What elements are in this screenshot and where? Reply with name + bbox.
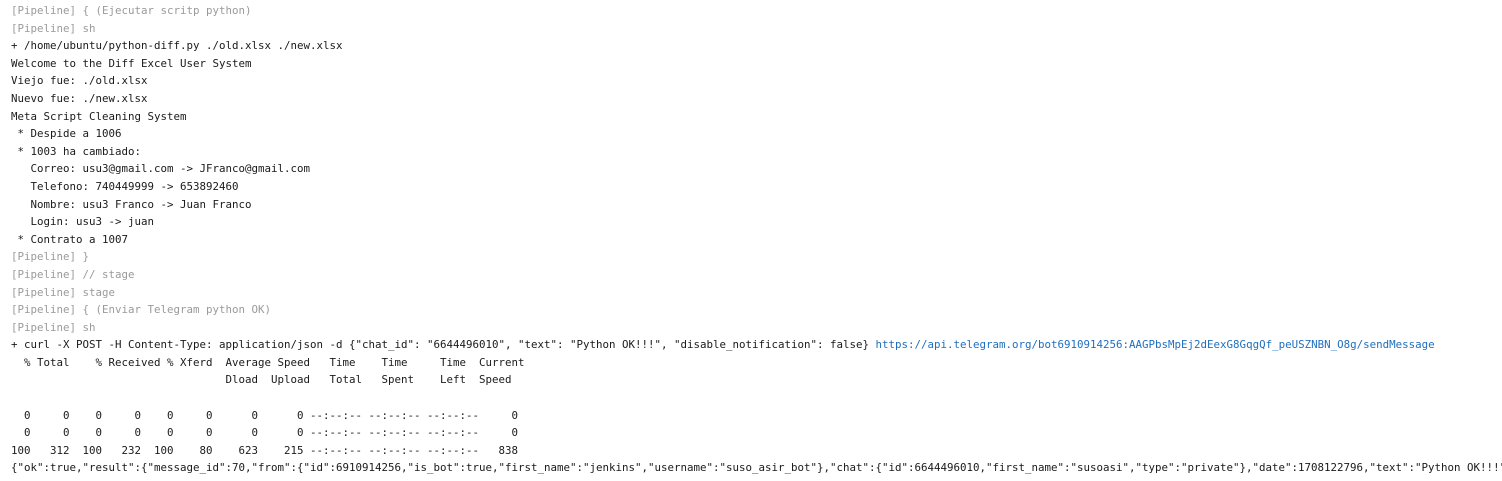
console-line: 100 312 100 232 100 80 623 215 --:--:-- …: [11, 442, 1502, 460]
console-line-text: Telefono: 740449999 -> 653892460: [11, 179, 239, 193]
console-line-text: [Pipeline] { (Ejecutar scritp python): [11, 4, 252, 17]
console-line: Correo: usu3@gmail.com -> JFranco@gmail.…: [11, 160, 1502, 178]
console-line: Viejo fue: ./old.xlsx: [11, 72, 1502, 90]
console-line: {"ok":true,"result":{"message_id":70,"fr…: [11, 459, 1502, 477]
console-line-text: + curl -X POST -H Content-Type: applicat…: [11, 338, 876, 352]
pipeline-step-line: [Pipeline] sh: [11, 20, 1502, 38]
console-line-text: % Total % Received % Xferd Average Speed…: [11, 355, 525, 369]
console-line-text: Dload Upload Total Spent Left Speed: [11, 373, 512, 387]
console-line-text: [Pipeline] // stage: [11, 267, 135, 281]
console-line: Nombre: usu3 Franco -> Juan Franco: [11, 196, 1502, 214]
console-line-text: {"ok":true,"result":{"message_id":70,"fr…: [11, 461, 1502, 475]
console-line: 0 0 0 0 0 0 0 0 --:--:-- --:--:-- --:--:…: [11, 407, 1502, 425]
console-line-text: * Despide a 1006: [11, 127, 122, 141]
pipeline-step-line: [Pipeline] { (Ejecutar scritp python): [11, 2, 1502, 20]
console-line: * Contrato a 1007: [11, 231, 1502, 249]
console-line: Meta Script Cleaning System: [11, 108, 1502, 126]
console-line-text: + /home/ubuntu/python-diff.py ./old.xlsx…: [11, 39, 343, 53]
console-line-text: [Pipeline] sh: [11, 320, 96, 334]
console-line: * 1003 ha cambiado:: [11, 143, 1502, 161]
console-line-text: 0 0 0 0 0 0 0 0 --:--:-- --:--:-- --:--:…: [11, 408, 519, 422]
pipeline-step-line: [Pipeline] { (Enviar Telegram python OK): [11, 301, 1502, 319]
console-output: [Pipeline] { (Ejecutar scritp python) [Pi…: [0, 0, 1502, 481]
console-line: Login: usu3 -> juan: [11, 213, 1502, 231]
console-line-text: Viejo fue: ./old.xlsx: [11, 74, 148, 88]
console-line: 0 0 0 0 0 0 0 0 --:--:-- --:--:-- --:--:…: [11, 424, 1502, 442]
console-line-text: [Pipeline] sh: [11, 21, 96, 35]
console-line-text: 0 0 0 0 0 0 0 0 --:--:-- --:--:-- --:--:…: [11, 426, 519, 440]
console-line-text: Meta Script Cleaning System: [11, 109, 187, 123]
console-line: + curl -X POST -H Content-Type: applicat…: [11, 336, 1502, 354]
console-line-text: [Pipeline] { (Enviar Telegram python OK): [11, 303, 272, 317]
console-line: % Total % Received % Xferd Average Speed…: [11, 354, 1502, 372]
console-line-text: Login: usu3 -> juan: [11, 215, 155, 229]
console-line-text: Nuevo fue: ./new.xlsx: [11, 91, 148, 105]
pipeline-step-line: [Pipeline] // stage: [11, 266, 1502, 284]
pipeline-step-line: [Pipeline] stage: [11, 284, 1502, 302]
console-line: * Despide a 1006: [11, 125, 1502, 143]
console-line-text: * 1003 ha cambiado:: [11, 144, 142, 158]
console-line: Dload Upload Total Spent Left Speed: [11, 371, 1502, 389]
console-line: Nuevo fue: ./new.xlsx: [11, 90, 1502, 108]
console-line-text: [Pipeline] }: [11, 250, 90, 264]
console-line-text: Welcome to the Diff Excel User System: [11, 56, 252, 70]
console-line: Welcome to the Diff Excel User System: [11, 55, 1502, 73]
telegram-api-link[interactable]: https://api.telegram.org/bot6910914256:A…: [876, 338, 1435, 351]
console-line-text: [Pipeline] stage: [11, 285, 116, 299]
pipeline-step-line: [Pipeline] }: [11, 248, 1502, 266]
console-line-text: Nombre: usu3 Franco -> Juan Franco: [11, 197, 252, 211]
pipeline-step-line: [Pipeline] sh: [11, 319, 1502, 337]
console-line-text: Correo: usu3@gmail.com -> JFranco@gmail.…: [11, 162, 311, 176]
console-line: + /home/ubuntu/python-diff.py ./old.xlsx…: [11, 37, 1502, 55]
console-line: Telefono: 740449999 -> 653892460: [11, 178, 1502, 196]
console-line-text: * Contrato a 1007: [11, 232, 129, 246]
console-line-text: 100 312 100 232 100 80 623 215 --:--:-- …: [11, 443, 519, 457]
